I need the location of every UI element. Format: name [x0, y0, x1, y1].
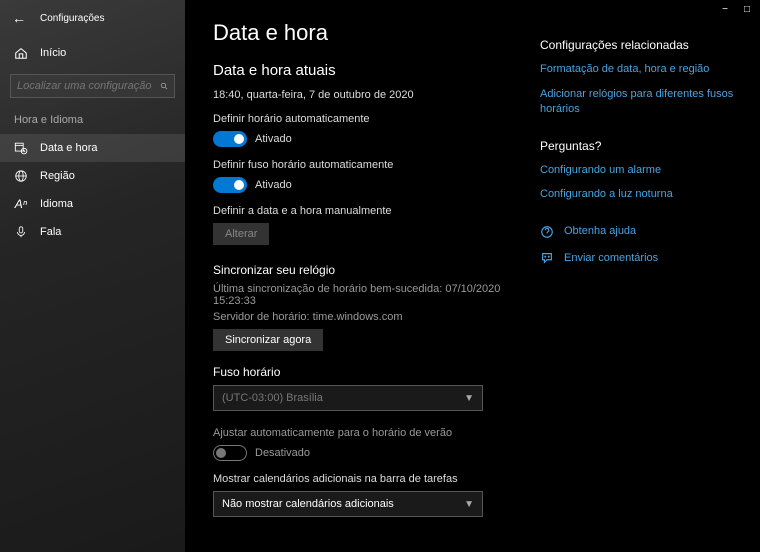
- sidebar-item-label: Data e hora: [40, 142, 97, 154]
- back-button[interactable]: ←: [12, 10, 26, 26]
- link-format[interactable]: Formatação de data, hora e região: [540, 62, 742, 77]
- sync-now-button[interactable]: Sincronizar agora: [213, 329, 323, 351]
- auto-tz-state: Ativado: [255, 179, 292, 191]
- page-title: Data e hora: [213, 20, 510, 46]
- minimize-button[interactable]: −: [722, 4, 728, 15]
- auto-time-label: Definir horário automaticamente: [213, 113, 510, 125]
- main: − □ Data e hora Data e hora atuais 18:40…: [185, 0, 760, 552]
- window-title: Configurações: [40, 13, 104, 24]
- right-rail: Configurações relacionadas Formatação de…: [530, 0, 760, 552]
- auto-tz-toggle[interactable]: [213, 177, 247, 193]
- current-datetime: 18:40, quarta-feira, 7 de outubro de 202…: [213, 89, 510, 101]
- questions-heading: Perguntas?: [540, 139, 742, 153]
- sync-last: Última sincronização de horário bem-suce…: [213, 283, 510, 307]
- search-input-wrap[interactable]: [10, 74, 175, 98]
- sidebar-section-title: Hora e Idioma: [0, 110, 185, 134]
- tz-heading: Fuso horário: [213, 365, 510, 379]
- sidebar-item-label: Idioma: [40, 198, 73, 210]
- search-input[interactable]: [17, 80, 160, 92]
- auto-time-toggle[interactable]: [213, 131, 247, 147]
- help-icon: [540, 225, 554, 239]
- link-additional-clocks[interactable]: Adicionar relógios para diferentes fusos…: [540, 87, 742, 117]
- microphone-icon: [14, 225, 28, 239]
- sidebar-item-label: Fala: [40, 226, 61, 238]
- search-icon: [160, 80, 168, 92]
- dst-state: Desativado: [255, 447, 310, 459]
- link-feedback[interactable]: Enviar comentários: [564, 251, 658, 266]
- link-alarm[interactable]: Configurando um alarme: [540, 163, 742, 178]
- globe-icon: [14, 169, 28, 183]
- dst-toggle: [213, 445, 247, 461]
- extra-cal-value: Não mostrar calendários adicionais: [222, 498, 394, 510]
- maximize-button[interactable]: □: [744, 4, 750, 15]
- dst-label: Ajustar automaticamente para o horário d…: [213, 427, 510, 439]
- language-icon: Aⁿ: [14, 197, 28, 211]
- sidebar: ← Configurações Início Hora e Idioma Dat…: [0, 0, 185, 552]
- sidebar-item-speech[interactable]: Fala: [0, 218, 185, 246]
- link-get-help[interactable]: Obtenha ajuda: [564, 224, 636, 239]
- manual-label: Definir a data e a hora manualmente: [213, 205, 510, 217]
- content: Data e hora Data e hora atuais 18:40, qu…: [185, 0, 530, 552]
- sync-server: Servidor de horário: time.windows.com: [213, 311, 510, 323]
- extra-cal-select[interactable]: Não mostrar calendários adicionais ▼: [213, 491, 483, 517]
- sidebar-item-label: Região: [40, 170, 75, 182]
- calendar-clock-icon: [14, 141, 28, 155]
- nav-home-label: Início: [40, 47, 66, 59]
- timezone-select: (UTC-03:00) Brasília ▼: [213, 385, 483, 411]
- sidebar-item-region[interactable]: Região: [0, 162, 185, 190]
- sidebar-item-language[interactable]: Aⁿ Idioma: [0, 190, 185, 218]
- current-heading: Data e hora atuais: [213, 62, 510, 79]
- nav-home[interactable]: Início: [0, 40, 185, 66]
- change-button: Alterar: [213, 223, 269, 245]
- sync-heading: Sincronizar seu relógio: [213, 263, 510, 277]
- chevron-down-icon: ▼: [464, 393, 474, 404]
- extra-cal-label: Mostrar calendários adicionais na barra …: [213, 473, 510, 485]
- link-night-light[interactable]: Configurando a luz noturna: [540, 187, 742, 202]
- chevron-down-icon: ▼: [464, 499, 474, 510]
- auto-tz-label: Definir fuso horário automaticamente: [213, 159, 510, 171]
- feedback-icon: [540, 251, 554, 265]
- auto-time-state: Ativado: [255, 133, 292, 145]
- related-heading: Configurações relacionadas: [540, 38, 742, 52]
- home-icon: [14, 46, 28, 60]
- sidebar-item-date-time[interactable]: Data e hora: [0, 134, 185, 162]
- timezone-value: (UTC-03:00) Brasília: [222, 392, 323, 404]
